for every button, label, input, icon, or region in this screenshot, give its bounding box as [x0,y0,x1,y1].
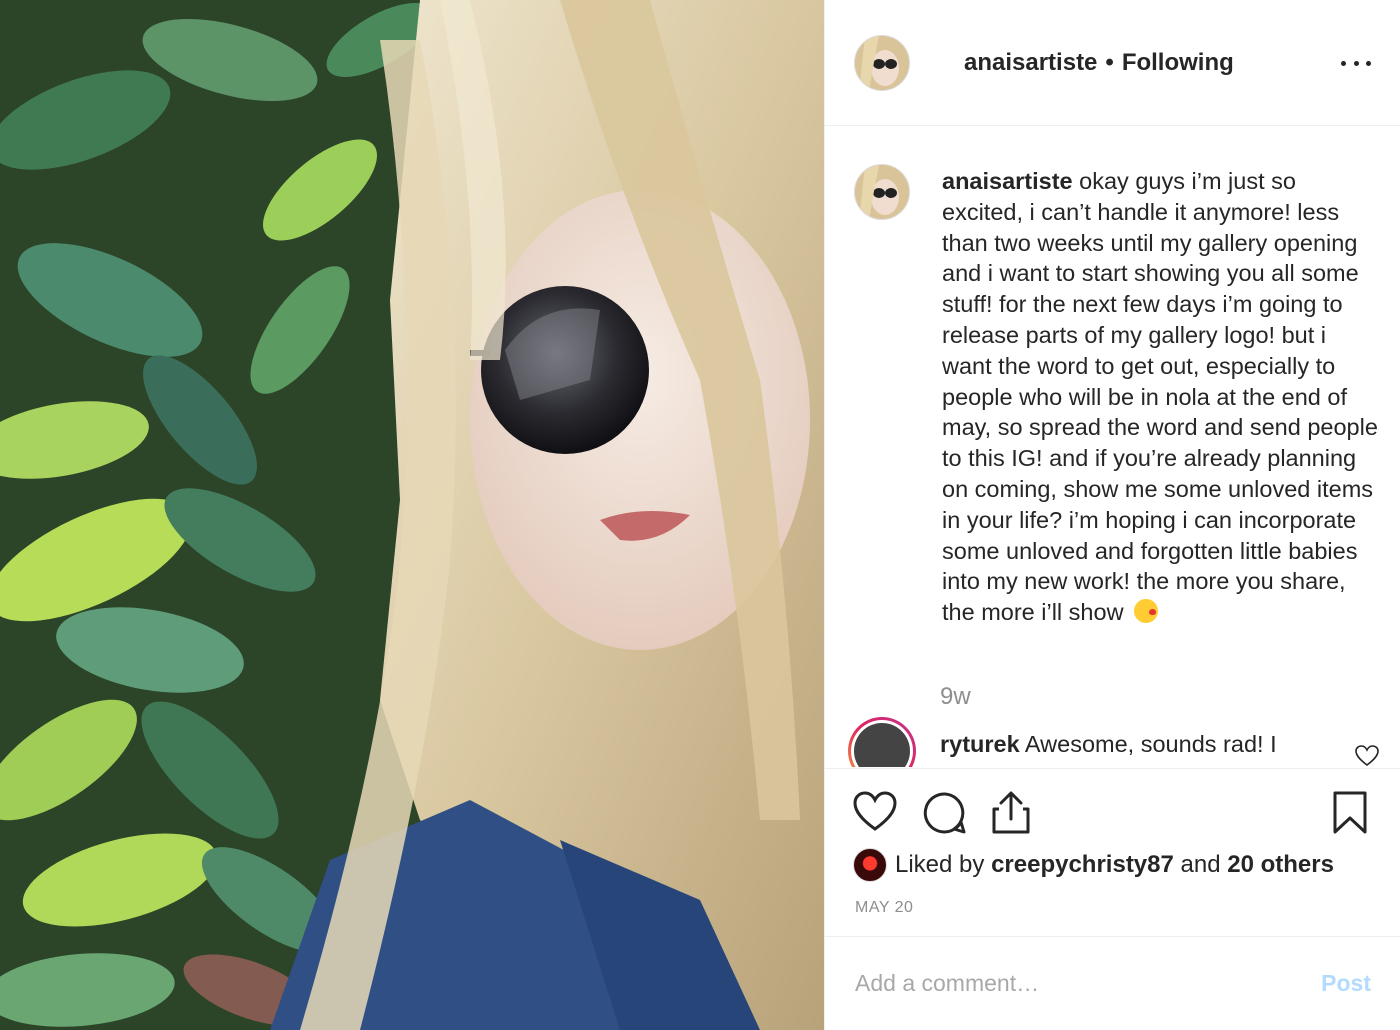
caption-text: anaisartiste okay guys i’m just so excit… [942,166,1382,628]
caption-body: okay guys i’m just so excited, i can’t h… [942,168,1378,626]
kiss-emoji-icon [1134,599,1159,624]
caption-time[interactable]: 9w [940,683,971,711]
comments-list[interactable]: anaisartiste okay guys i’m just so excit… [825,127,1400,767]
caption: anaisartiste okay guys i’m just so excit… [854,164,1382,628]
liker-username[interactable]: creepychristy87 [991,851,1174,879]
post-actions: Liked by creepychristy87 and 20 others M… [825,768,1400,936]
following-button[interactable]: Following [1122,49,1234,77]
likes-summary: Liked by creepychristy87 and 20 others [853,848,1334,882]
selfie-image [0,0,824,1030]
share-icon[interactable] [991,791,1031,840]
comment-input[interactable] [855,970,1322,997]
comment-username[interactable]: ryturek [940,731,1020,757]
post-header: anaisartiste • Following [825,0,1400,126]
author-avatar[interactable] [854,34,910,91]
post-photo[interactable] [0,0,824,1030]
comment-like-heart-icon[interactable] [1355,745,1379,767]
comment-text: ryturek Awesome, sounds rad! I [940,729,1340,767]
add-comment-bar: Post [825,936,1400,1030]
bookmark-icon[interactable] [1333,791,1367,840]
post-comment-button[interactable]: Post [1321,970,1371,997]
commenter-avatar[interactable] [848,717,916,767]
comment-body: Awesome, sounds rad! I [1024,731,1277,757]
comment-item: ryturek Awesome, sounds rad! I [848,717,1388,767]
header-separator: • [1105,48,1114,76]
liker-avatar[interactable] [853,848,887,882]
heart-icon[interactable] [853,791,897,838]
post-date[interactable]: MAY 20 [855,899,913,917]
author-username[interactable]: anaisartiste [964,49,1097,77]
comment-icon[interactable] [923,791,967,840]
likes-others-link[interactable]: 20 others [1227,851,1334,879]
liked-by-prefix: Liked by [895,851,985,878]
likes-joiner: and [1180,851,1221,878]
caption-author-avatar[interactable] [854,164,910,220]
post-details-panel: anaisartiste • Following anaisartiste ok… [824,0,1400,1030]
more-options-icon[interactable] [1341,50,1371,76]
caption-username[interactable]: anaisartiste [942,168,1073,194]
